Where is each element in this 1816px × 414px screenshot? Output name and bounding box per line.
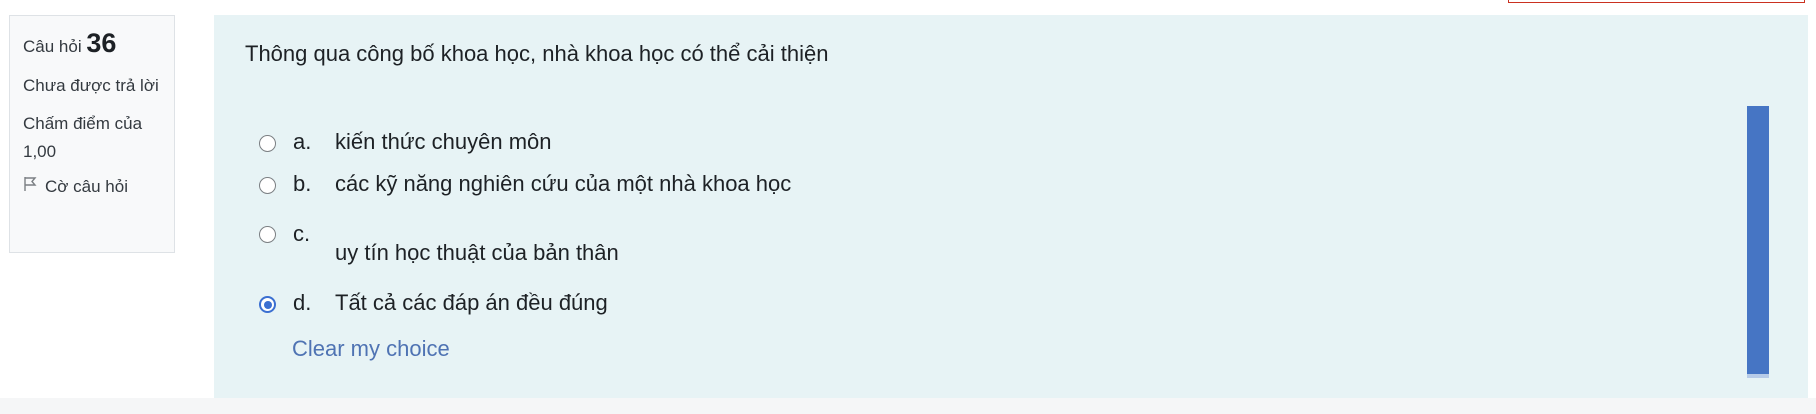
answer-b-letter: b. [293, 171, 312, 196]
answer-a-radio[interactable] [259, 135, 276, 152]
answer-b-radio[interactable] [259, 177, 276, 194]
answer-b-label: các kỹ năng nghiên cứu của một nhà khoa … [335, 171, 792, 196]
answer-d-letter: d. [293, 290, 312, 315]
answer-d-label: Tất cả các đáp án đều đúng [335, 290, 608, 315]
top-right-box [1508, 0, 1805, 3]
question-number: Câu hỏi 36 [23, 28, 162, 62]
answer-c-radio[interactable] [259, 226, 276, 243]
question-text: Thông qua công bố khoa học, nhà khoa học… [245, 41, 829, 66]
question-number-value: 36 [86, 28, 117, 58]
flag-question-button[interactable]: Cờ câu hỏi [23, 176, 162, 197]
flag-label: Cờ câu hỏi [45, 176, 128, 196]
flag-icon [23, 176, 37, 197]
scrollbar[interactable] [1747, 106, 1769, 378]
question-content: Thông qua công bố khoa học, nhà khoa học… [214, 15, 1808, 399]
question-grade: Chấm điểm của 1,00 [23, 114, 143, 161]
bottom-strip [0, 398, 1816, 414]
clear-choice-link[interactable]: Clear my choice [292, 336, 450, 362]
question-state: Chưa được trả lời [23, 76, 159, 95]
answer-a-letter: a. [293, 129, 312, 154]
answer-c-letter: c. [293, 221, 311, 246]
question-number-label: Câu hỏi [23, 37, 82, 56]
question-info-box: Câu hỏi 36 Chưa được trả lời Chấm điểm c… [9, 15, 175, 253]
answer-c-label: uy tín học thuật của bản thân [335, 240, 619, 265]
answer-a-label: kiến thức chuyên môn [335, 129, 552, 154]
answer-d-radio[interactable] [259, 296, 276, 313]
